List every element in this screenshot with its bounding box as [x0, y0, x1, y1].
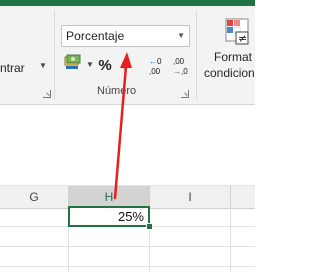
annotation-arrow	[113, 52, 132, 200]
